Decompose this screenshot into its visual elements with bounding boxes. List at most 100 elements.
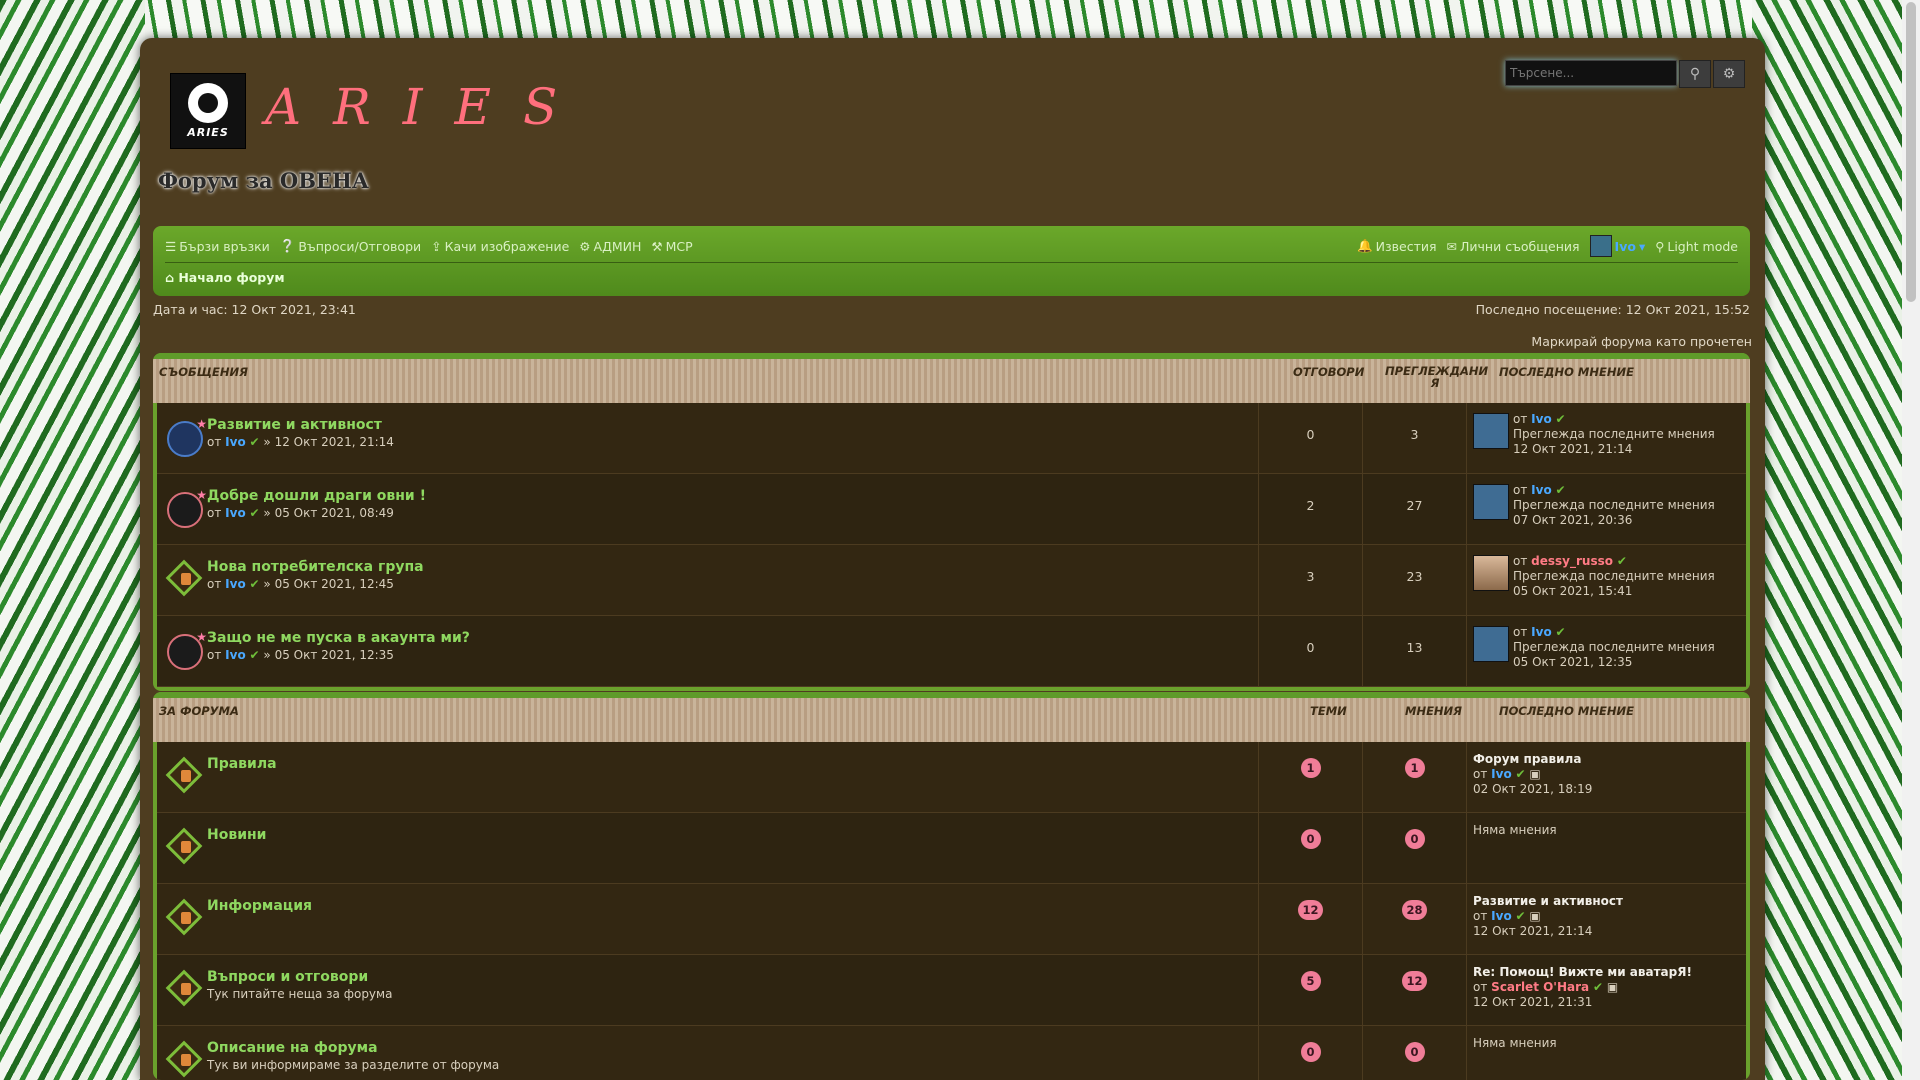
forum-title[interactable]: Описание на форума [207,1040,378,1056]
topic-row: Нова потребителска група от Ivo ✔ » 05 О… [157,545,1746,616]
forum-topics: 1 [1259,742,1363,812]
col-views: ПРЕГЛЕЖДАНИ Я [1385,364,1489,390]
forum-topics: 12 [1259,884,1363,954]
scrollbar-thumb[interactable] [1906,2,1916,302]
topic-announcement-icon[interactable]: ★ [167,630,207,670]
topic-views: 3 [1363,403,1467,473]
quick-links-menu[interactable]: ☰ Бързи връзки [165,239,270,254]
forum-title[interactable]: Правила [207,756,277,772]
topic-last-post: от Ivo ✔ Преглежда последните мнения 12 Ок… [1467,403,1746,473]
topic-title[interactable]: Развитие и активност [207,417,382,433]
check-icon: ✔ [249,577,260,591]
notifications-link[interactable]: 🔔 Известия [1357,238,1436,254]
bell-icon: 🔔 [1357,238,1373,253]
topic-replies: 0 [1259,616,1363,686]
no-posts-label: Няма мнения [1473,823,1557,837]
topic-author[interactable]: Ivo [225,435,246,449]
forum-main: Описание на форума Тук ви информираме за… [157,1026,1259,1080]
faq-link[interactable]: ❔ Въпроси/Отговори [280,238,421,254]
last-post-user[interactable]: dessy_russo [1531,554,1613,568]
check-icon: ✔ [249,435,260,449]
upload-image-link[interactable]: ⇪ Качи изображение [431,239,569,254]
forum-main: Информация [157,884,1259,954]
last-post-title[interactable]: Развитие и активност [1473,894,1623,908]
forum-topics: 0 [1259,813,1363,883]
last-post-title[interactable]: Re: Помощ! Вижте ми аватарЯ! [1473,965,1692,979]
col-last-post: ПОСЛЕДНО МНЕНИЕ [1499,704,1634,718]
breadcrumb[interactable]: ⌂ Начало форум [165,270,285,285]
private-messages-link[interactable]: ✉ Лични съобщения [1447,239,1580,254]
search-icon: ⚲ [1689,66,1701,82]
search-input[interactable] [1505,60,1677,86]
topic-list: ★ Развитие и активност от Ivo ✔ » 12 Окт… [157,403,1746,687]
forum-posts: 1 [1363,742,1467,812]
topic-author[interactable]: Ivo [225,648,246,662]
forum-read-icon[interactable] [165,827,203,865]
avatar[interactable] [1473,413,1509,449]
forum-read-icon[interactable] [165,898,203,936]
navbar-links: ☰ Бързи връзки ❔ Въпроси/Отговори ⇪ Качи из… [165,235,1738,257]
page-scrollbar[interactable] [1902,0,1920,1080]
palm-leaves-left [0,0,145,1080]
check-icon: ✔ [249,506,260,520]
view-latest-post-icon[interactable]: ▣ [1607,980,1618,994]
topic-meta: от Ivo ✔ » 12 Окт 2021, 21:14 [207,435,394,449]
forum-title[interactable]: Информация [207,898,312,914]
admin-link[interactable]: ⚙ АДМИН [579,239,641,254]
forum-row: Правила 1 1 Форум правила от Ivo ✔ ▣ 02 Ок… [157,742,1746,813]
ram-logo-icon [188,83,228,123]
forum-topics: 0 [1259,1026,1363,1080]
site-name[interactable]: ARIES [265,78,589,136]
search-button[interactable]: ⚲ [1679,60,1711,88]
mcp-link[interactable]: ⚒ МСР [651,239,692,254]
lightbulb-icon: ⚲ [1655,238,1665,254]
star-icon: ★ [196,488,207,502]
forum-posts: 0 [1363,813,1467,883]
avatar[interactable] [1473,555,1509,591]
user-menu[interactable]: Ivo ▾ [1589,235,1646,257]
topic-replies: 3 [1259,545,1363,615]
last-post-title[interactable]: Форум правила [1473,752,1581,766]
topic-forum-icon[interactable] [165,559,203,597]
topic-last-post: от dessy_russo ✔ Преглежда последните мне… [1467,545,1746,615]
topics-header: СЪОБЩЕНИЯ ОТГОВОРИ ПРЕГЛЕЖДАНИ Я ПОСЛЕДН… [153,353,1750,403]
last-post-user[interactable]: Ivo [1491,909,1512,923]
last-visit: Последно посещение: 12 Окт 2021, 15:52 [1475,302,1750,317]
topic-author[interactable]: Ivo [225,506,246,520]
forum-read-icon[interactable] [165,756,203,794]
topic-unread-icon[interactable]: ★ [167,417,207,457]
forum-title[interactable]: Въпроси и отговори [207,969,368,985]
site-logo[interactable]: ARIES [170,73,246,149]
last-post-info: от Ivo ✔ Преглежда последните мнения 05 Ок… [1513,625,1715,669]
last-post-user[interactable]: Ivo [1531,483,1552,497]
view-latest-post-icon[interactable]: ▣ [1529,767,1540,781]
check-icon: ✔ [1592,980,1604,994]
navbar: ☰ Бързи връзки ❔ Въпроси/Отговори ⇪ Качи из… [153,226,1750,296]
advanced-search-button[interactable]: ⚙ [1713,60,1745,88]
forum-row: Въпроси и отговори Тук питайте неща за ф… [157,955,1746,1026]
check-icon: ✔ [1515,909,1526,923]
forum-title[interactable]: Новини [207,827,267,843]
mark-forums-read-link[interactable]: Маркирай форума като прочетен [1531,334,1752,349]
caret-down-icon: ▾ [1638,238,1646,254]
topic-announcement-icon[interactable]: ★ [167,488,207,528]
forum-read-icon[interactable] [165,1040,203,1078]
topic-author[interactable]: Ivo [225,577,246,591]
forum-read-icon[interactable] [165,969,203,1007]
avatar[interactable] [1473,484,1509,520]
avatar [1589,235,1612,257]
last-post-user[interactable]: Ivo [1531,625,1552,639]
topic-views: 23 [1363,545,1467,615]
last-post-user[interactable]: Ivo [1491,767,1512,781]
col-last-post: ПОСЛЕДНО МНЕНИЕ [1499,365,1634,379]
topic-title[interactable]: Защо не ме пуска в акаунта ми? [207,630,470,646]
light-mode-toggle[interactable]: ⚲ Light mode [1655,239,1738,254]
topic-title[interactable]: Нова потребителска група [207,559,424,575]
last-post-user[interactable]: Ivo [1531,412,1552,426]
topic-main: ★ Добре дошли драги овни ! от Ivo ✔ » 05… [157,474,1259,544]
view-latest-post-icon[interactable]: ▣ [1529,909,1540,923]
topic-title[interactable]: Добре дошли драги овни ! [207,488,426,504]
avatar[interactable] [1473,626,1509,662]
topic-meta: от Ivo ✔ » 05 Окт 2021, 12:35 [207,648,394,662]
last-post-user[interactable]: Scarlet O'Hara [1491,980,1589,994]
